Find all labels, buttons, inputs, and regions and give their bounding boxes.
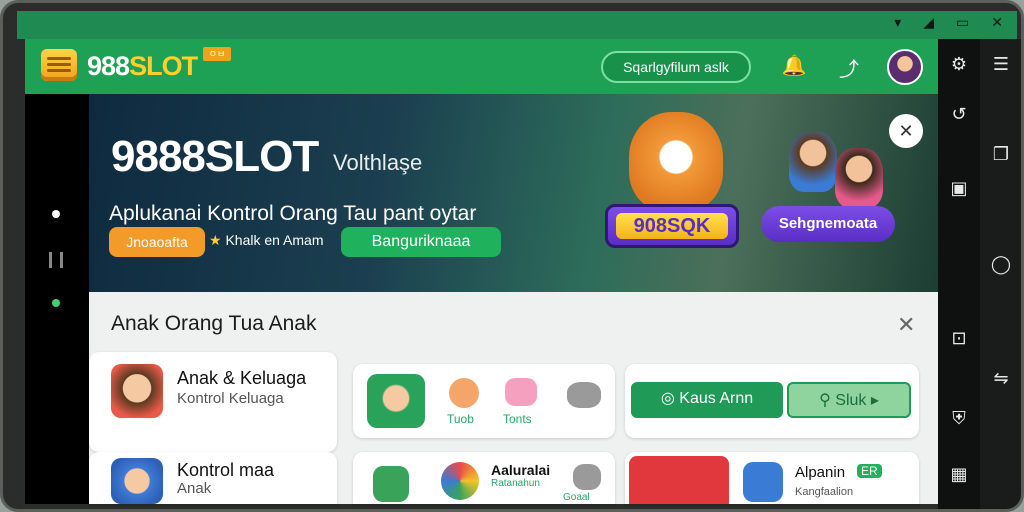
hero-tagline: Aplukanai Kontrol Orang Tau pant oytar	[109, 202, 477, 225]
list-item[interactable]: Kontrol maa Anak	[89, 452, 337, 504]
star-icon: ★	[209, 232, 222, 248]
search-button[interactable]: Sqarlgyfilum aslk	[601, 51, 751, 83]
banner-close-button[interactable]: ✕	[889, 114, 923, 148]
hero-subtitle: Volthlaşe	[333, 150, 423, 175]
status-bar: ▾ ◢ ▭ ✕	[17, 11, 1017, 39]
swap-icon[interactable]: ⇋	[989, 367, 1013, 391]
grid-icon[interactable]: ▦	[947, 463, 971, 487]
left-rail	[25, 94, 89, 504]
fox-mascot-image	[629, 112, 723, 212]
close-icon[interactable]: ✕	[991, 15, 1003, 31]
pause-icon[interactable]	[49, 252, 63, 268]
game-badge[interactable]: 908SQK	[605, 204, 739, 248]
panel-close-icon[interactable]: ✕	[897, 312, 915, 338]
app-bar: 988SLOT ㅇㅂ Sqarlgyfilum aslk 🔔 ⤴	[25, 39, 938, 94]
list-item[interactable]: Alpanin ER Kangfaalion	[625, 452, 919, 504]
hero-note: ★ Khalk en Amam	[209, 232, 324, 248]
mini-app-card[interactable]: Tuob Tonts	[353, 364, 615, 438]
green-action-button[interactable]: Banguriknaaa	[341, 227, 501, 257]
menu-icon[interactable]: ☰	[989, 53, 1013, 77]
device-frame: ▾ ◢ ▭ ✕ 988SLOT ㅇㅂ Sqarlgyfilum aslk 🔔 ⤴…	[0, 0, 1024, 512]
action-card: ◎ Kaus Arnn ⚲ Sluk ▸	[625, 364, 919, 438]
list-item[interactable]: Anak & Keluaga Kontrol Keluaga	[89, 352, 337, 452]
panel-title: Anak Orang Tua Anak	[111, 312, 317, 335]
gear-icon[interactable]: ⚙	[947, 53, 971, 77]
hero-title: 9888SLOT	[111, 132, 319, 181]
image-icon[interactable]: ▣	[947, 177, 971, 201]
family-badge[interactable]: Sehgnemoata	[761, 206, 895, 242]
window-icon[interactable]: ▭	[956, 15, 969, 31]
slot-button[interactable]: ⚲ Sluk ▸	[787, 382, 911, 418]
logo-icon	[41, 49, 77, 81]
wifi-icon: ▾	[894, 15, 902, 31]
bag-icon[interactable]: ⊡	[947, 327, 971, 351]
parent-panel: Anak Orang Tua Anak ✕ Anak & Keluaga Kon…	[89, 292, 938, 504]
orange-action-button[interactable]: Jnoaoafta	[109, 227, 205, 257]
right-nav-rail: ☰ ❐ ◯ ⇋	[980, 39, 1021, 509]
search-icon: ⚲	[819, 392, 831, 409]
shield-icon[interactable]: ⛨	[947, 407, 971, 431]
copy-icon[interactable]: ❐	[989, 143, 1013, 167]
share-icon[interactable]: ↺	[947, 103, 971, 127]
hero-banner: 9888SLOT Volthlaşe Aplukanai Kontrol Ora…	[89, 94, 938, 292]
signal-icon: ◢	[923, 15, 935, 31]
rail-dot-white[interactable]	[52, 210, 60, 218]
right-toolbar: ⚙ ↺ ▣ ⊡ ⛨ ▦	[938, 39, 980, 509]
rail-dot-green[interactable]	[52, 299, 60, 307]
share-icon[interactable]: ⤴	[835, 53, 863, 81]
circle-icon[interactable]: ◯	[989, 253, 1013, 277]
logo-badge: ㅇㅂ	[203, 47, 231, 61]
target-icon: ◎	[660, 390, 675, 407]
avatar[interactable]	[887, 49, 923, 85]
app-logo[interactable]: 988SLOT	[87, 51, 198, 82]
bell-icon[interactable]: 🔔	[780, 53, 808, 81]
list-item[interactable]: Aaluralai Ratanahun Goaal	[353, 452, 615, 504]
kids-button[interactable]: ◎ Kaus Arnn	[631, 382, 783, 418]
